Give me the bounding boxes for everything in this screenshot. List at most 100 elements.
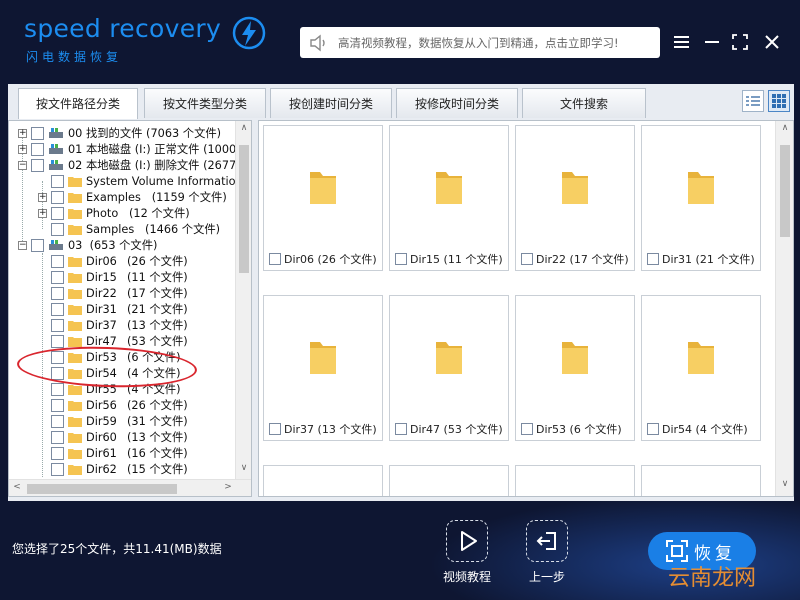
scroll-thumb[interactable] [780, 145, 790, 237]
drive-icon [49, 144, 63, 154]
checkbox[interactable] [51, 286, 64, 300]
tree-item-count: (53 个文件) [127, 335, 188, 348]
back-button[interactable] [526, 520, 568, 562]
scroll-down-arrow-icon[interactable]: ∨ [237, 463, 251, 473]
scroll-thumb[interactable] [27, 484, 177, 494]
tree-item[interactable]: Dir61 (16 个文件) [51, 445, 188, 461]
folder-tile[interactable]: Dir37 (13 个文件) [263, 295, 383, 441]
checkbox[interactable] [51, 174, 64, 188]
folder-tree[interactable]: + 00 找到的文件 (7063 个文件) + 01 本地磁盘 (I:) 正常文… [8, 120, 252, 497]
tree-item[interactable]: Dir62 (15 个文件) [51, 461, 188, 477]
tile-label: Dir22 (17 个文件) [536, 253, 629, 266]
expand-toggle[interactable]: + [38, 193, 47, 202]
tree-item[interactable]: 02 本地磁盘 (I:) 删除文件 (2677 [31, 157, 236, 173]
scroll-up-arrow-icon[interactable]: ∧ [778, 123, 792, 133]
scroll-right-arrow-icon[interactable]: > [221, 482, 235, 492]
tree-vertical-scrollbar[interactable]: ∧ ∨ [235, 121, 251, 479]
tree-horizontal-scrollbar[interactable]: < > [9, 479, 251, 496]
checkbox[interactable] [51, 318, 64, 332]
tree-item[interactable]: Dir22 (17 个文件) [51, 285, 188, 301]
tree-item[interactable]: Photo (12 个文件) [51, 205, 190, 221]
checkbox[interactable] [51, 462, 64, 476]
folder-tile[interactable] [389, 465, 509, 496]
folder-tile[interactable]: Dir54 (4 个文件) [641, 295, 761, 441]
checkbox[interactable] [31, 142, 44, 156]
scroll-left-arrow-icon[interactable]: < [10, 482, 24, 492]
checkbox[interactable] [647, 253, 659, 265]
tutorial-banner[interactable]: 高清视频教程，数据恢复从入门到精通，点击立即学习! [300, 27, 660, 58]
tree-item[interactable]: Dir31 (21 个文件) [51, 301, 188, 317]
tab-file-search[interactable]: 文件搜索 [522, 88, 646, 118]
collapse-toggle[interactable]: − [18, 161, 27, 170]
checkbox[interactable] [31, 158, 44, 172]
checkbox[interactable] [51, 382, 64, 396]
tree-item-count: (15 个文件) [127, 463, 188, 476]
checkbox[interactable] [51, 302, 64, 316]
checkbox[interactable] [51, 398, 64, 412]
video-tutorial-button[interactable] [446, 520, 488, 562]
tree-item[interactable]: Samples (1466 个文件) [51, 221, 220, 237]
checkbox[interactable] [269, 253, 281, 265]
folder-tile[interactable]: Dir22 (17 个文件) [515, 125, 635, 271]
tab-by-modified-time[interactable]: 按修改时间分类 [396, 88, 518, 118]
checkbox[interactable] [31, 126, 44, 140]
scroll-thumb[interactable] [239, 145, 249, 273]
tree-item[interactable]: 03 (653 个文件) [31, 237, 157, 253]
tree-item-count: (653 个文件) [89, 239, 158, 252]
minimize-icon[interactable] [702, 32, 722, 52]
folder-tile[interactable]: Dir47 (53 个文件) [389, 295, 509, 441]
expand-toggle[interactable]: + [18, 129, 27, 138]
tree-item[interactable]: 01 本地磁盘 (I:) 正常文件 (1000 [31, 141, 236, 157]
checkbox[interactable] [51, 270, 64, 284]
folder-tile[interactable]: Dir15 (11 个文件) [389, 125, 509, 271]
checkbox[interactable] [51, 334, 64, 348]
collapse-toggle[interactable]: − [18, 241, 27, 250]
grid-view-button[interactable] [768, 90, 790, 112]
checkbox[interactable] [51, 414, 64, 428]
tree-item[interactable]: 00 找到的文件 (7063 个文件) [31, 125, 221, 141]
checkbox[interactable] [521, 253, 533, 265]
tile-label: Dir06 (26 个文件) [284, 253, 377, 266]
tab-by-created-time[interactable]: 按创建时间分类 [270, 88, 392, 118]
checkbox[interactable] [51, 430, 64, 444]
grid-vertical-scrollbar[interactable]: ∧ ∨ [775, 121, 793, 496]
folder-tile[interactable]: Dir31 (21 个文件) [641, 125, 761, 271]
tree-item[interactable]: System Volume Information [51, 173, 243, 189]
scroll-down-arrow-icon[interactable]: ∨ [778, 479, 792, 489]
checkbox[interactable] [647, 423, 659, 435]
checkbox[interactable] [521, 423, 533, 435]
folder-tile[interactable] [641, 465, 761, 496]
tab-by-path[interactable]: 按文件路径分类 [18, 88, 138, 119]
checkbox[interactable] [395, 253, 407, 265]
folder-tile[interactable] [263, 465, 383, 496]
folder-tile[interactable]: Dir06 (26 个文件) [263, 125, 383, 271]
tree-item[interactable]: Dir06 (26 个文件) [51, 253, 188, 269]
checkbox[interactable] [51, 222, 64, 236]
tree-item[interactable]: Dir59 (31 个文件) [51, 413, 188, 429]
folder-grid[interactable]: Dir06 (26 个文件) Dir15 (11 个文件) Dir22 (17 … [258, 120, 794, 497]
folder-tile[interactable] [515, 465, 635, 496]
checkbox[interactable] [51, 254, 64, 268]
folder-icon [68, 209, 82, 219]
checkbox[interactable] [31, 238, 44, 252]
hamburger-menu-icon[interactable] [672, 32, 692, 52]
checkbox[interactable] [51, 206, 64, 220]
checkbox[interactable] [395, 423, 407, 435]
expand-toggle[interactable]: + [18, 145, 27, 154]
checkbox[interactable] [51, 446, 64, 460]
close-icon[interactable] [762, 32, 782, 52]
folder-icon [68, 305, 82, 315]
tree-item[interactable]: Dir15 (11 个文件) [51, 269, 188, 285]
maximize-icon[interactable] [730, 32, 750, 52]
checkbox[interactable] [51, 190, 64, 204]
tree-item[interactable]: Examples (1159 个文件) [51, 189, 227, 205]
tree-item[interactable]: Dir60 (13 个文件) [51, 429, 188, 445]
checkbox[interactable] [269, 423, 281, 435]
tree-item[interactable]: Dir37 (13 个文件) [51, 317, 188, 333]
tree-item[interactable]: Dir56 (26 个文件) [51, 397, 188, 413]
folder-tile[interactable]: Dir53 (6 个文件) [515, 295, 635, 441]
expand-toggle[interactable]: + [38, 209, 47, 218]
tab-by-type[interactable]: 按文件类型分类 [144, 88, 266, 118]
scroll-up-arrow-icon[interactable]: ∧ [237, 123, 251, 133]
list-view-button[interactable] [742, 90, 764, 112]
